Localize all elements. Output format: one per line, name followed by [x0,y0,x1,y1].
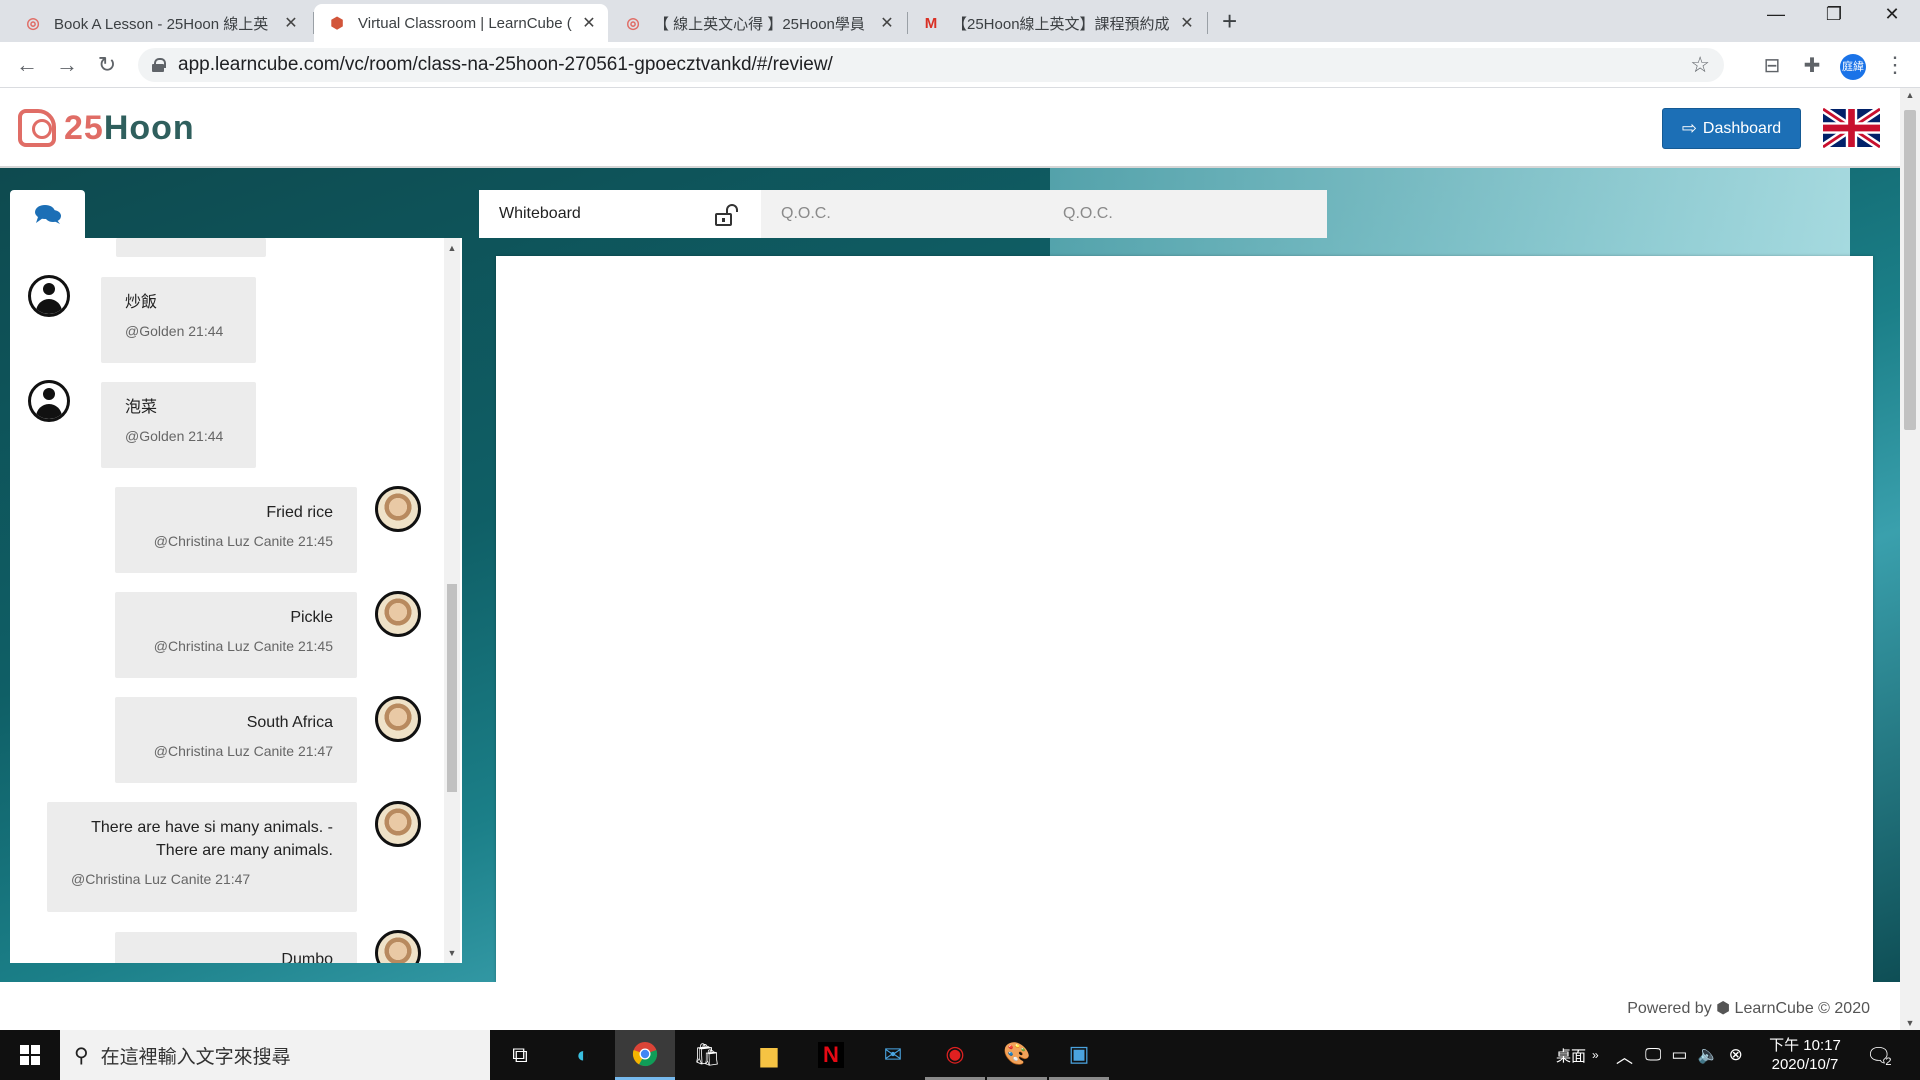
bookmark-star-icon[interactable]: ☆ [1690,52,1710,78]
teacher-avatar [375,486,421,532]
teacher-avatar [375,696,421,742]
edge-browser-icon[interactable]: ◐ [553,1030,613,1080]
chrome-browser-icon[interactable] [615,1030,675,1080]
profile-avatar[interactable]: 庭緯 [1840,54,1866,80]
scroll-down-arrow-icon[interactable]: ▼ [444,945,460,961]
battery-icon[interactable]: ▭ [1671,1045,1687,1065]
task-view-icon[interactable]: ⧉ [490,1030,550,1080]
browser-tab-book-lesson[interactable]: ◎ Book A Lesson - 25Hoon 線上英 ✕ [10,4,310,42]
page-scrollbar-thumb[interactable] [1904,110,1916,430]
microsoft-store-icon[interactable]: 🛍 [677,1030,737,1080]
search-icon: ⚲ [74,1044,89,1067]
browser-toolbar: ← → ↻ app.learncube.com/vc/room/class-na… [0,42,1920,88]
close-tab-icon[interactable]: ✕ [580,13,598,33]
25hoon-favicon-icon: ◎ [26,15,40,32]
chevron-double-right-icon[interactable]: » [1592,1048,1599,1062]
network-icon[interactable]: 🖵 [1645,1045,1661,1065]
chat-tab[interactable] [10,190,85,238]
page-scroll-down-icon[interactable]: ▼ [1900,1018,1920,1028]
close-tab-icon[interactable]: ✕ [1178,13,1196,33]
chat-message: South Africa @Christina Luz Canite 21:47 [115,697,357,783]
student-avatar-icon [28,275,70,317]
whiteboard-canvas[interactable] [496,256,1873,982]
reload-icon[interactable]: ↻ [92,50,122,80]
chat-message: Pickle @Christina Luz Canite 21:45 [115,592,357,678]
chat-bubble-partial [116,238,266,257]
teacher-avatar [375,801,421,847]
chat-panel: 炒飯 @Golden 21:44 泡菜 @Golden 21:44 Fried … [10,238,462,963]
forward-arrow-icon[interactable]: → [52,50,82,80]
mute-status-icon[interactable]: ⊗ [1729,1045,1743,1065]
back-arrow-icon[interactable]: ← [12,50,42,80]
page-footer: Powered by ⬢ LearnCube © 2020 [0,982,1900,1030]
gmail-icon: M [924,14,938,32]
extension-chat-icon[interactable]: ⊟ [1759,53,1785,79]
chat-message-list[interactable]: 炒飯 @Golden 21:44 泡菜 @Golden 21:44 Fried … [10,238,442,963]
chat-message: Dumbo [115,932,357,963]
25hoon-logo[interactable]: 25Hoon [18,108,195,148]
volume-icon[interactable]: 🔈 [1697,1045,1718,1065]
chat-message: 炒飯 @Golden 21:44 [101,277,256,363]
browser-tab-virtual-classroom[interactable]: ⬢ Virtual Classroom | LearnCube ( ✕ [314,4,608,42]
scroll-up-arrow-icon[interactable]: ▲ [444,240,460,256]
close-window-icon[interactable]: ✕ [1862,4,1920,25]
browser-tab-gmail[interactable]: M 【25Hoon線上英文】課程預約成 ✕ [908,4,1206,42]
page-scroll-up-icon[interactable]: ▲ [1900,90,1920,100]
25hoon-favicon-icon: ◎ [626,15,640,32]
sign-out-icon: ⇨ [1681,118,1697,138]
tab-whiteboard[interactable]: Whiteboard [479,190,761,238]
teacher-avatar [375,930,421,963]
logo-mark-icon [18,109,56,147]
browser-tab-review[interactable]: ◎ 【 線上英文心得 】25Hoon學員 ✕ [610,4,906,42]
netflix-icon[interactable]: N [801,1030,861,1080]
browser-menu-icon[interactable]: ⋮ [1884,52,1906,78]
minimize-window-icon[interactable]: — [1746,4,1806,25]
system-tray: ︿ 🖵 ▭ 🔈 ⊗ [1616,1030,1743,1080]
garena-icon[interactable]: ◉ [925,1030,985,1080]
chat-scrollbar-thumb[interactable] [447,584,457,792]
notification-center-icon[interactable]: 🗨 2 [1866,1030,1892,1080]
mail-icon[interactable]: ✉ [863,1030,923,1080]
close-tab-icon[interactable]: ✕ [282,13,300,33]
new-tab-plus-icon[interactable]: + [1222,6,1237,37]
extensions-puzzle-icon[interactable]: ✚ [1799,53,1825,79]
chat-bubbles-icon [34,205,61,224]
uk-flag-icon[interactable] [1823,108,1880,148]
chat-scrollbar[interactable]: ▲ ▼ [444,238,460,963]
paint-app-icon[interactable]: 🎨 [987,1030,1047,1080]
taskbar-clock[interactable]: 下午 10:17 2020/10/7 [1760,1036,1850,1074]
teacher-avatar [375,591,421,637]
learncube-favicon-icon: ⬢ [330,15,344,32]
chat-message: There are have si many animals. - There … [47,802,357,912]
restore-window-icon[interactable]: ❐ [1804,4,1864,25]
taskbar-search-box[interactable]: ⚲ 在這裡輸入文字來搜尋 [60,1030,490,1080]
site-header: 25Hoon ⇨ Dashboard [0,88,1900,168]
photos-app-icon[interactable]: ▣ [1049,1030,1109,1080]
board-tab-bar: Whiteboard Q.O.C. Q.O.C. [479,190,1327,238]
desktop-toolbar[interactable]: 桌面 » [1556,1030,1599,1080]
browser-tab-strip: ◎ Book A Lesson - 25Hoon 線上英 ✕ ⬢ Virtual… [0,0,1920,42]
page-scrollbar[interactable]: ▲ ▼ [1900,88,1920,1030]
address-bar[interactable]: app.learncube.com/vc/room/class-na-25hoo… [138,48,1724,82]
dashboard-button[interactable]: ⇨ Dashboard [1662,108,1801,149]
unlock-icon[interactable] [714,204,740,226]
close-tab-icon[interactable]: ✕ [878,13,896,33]
chat-message: 泡菜 @Golden 21:44 [101,382,256,468]
tab-qoc-1[interactable]: Q.O.C. [761,190,1043,238]
student-avatar-icon [28,380,70,422]
file-explorer-icon[interactable]: ▆ [739,1030,799,1080]
chat-message: Fried rice @Christina Luz Canite 21:45 [115,487,357,573]
show-hidden-icons-chevron-icon[interactable]: ︿ [1616,1043,1633,1068]
powered-by-text[interactable]: Powered by ⬢ LearnCube © 2020 [1627,998,1870,1018]
windows-taskbar: ⚲ 在這裡輸入文字來搜尋 ⧉ ◐ 🛍 ▆ N ✉ ◉ 🎨 ▣ 桌面 » ︿ 🖵 … [0,1030,1920,1080]
lock-icon[interactable] [152,58,166,72]
tab-qoc-2[interactable]: Q.O.C. [1043,190,1327,238]
windows-start-icon[interactable] [20,1045,40,1065]
